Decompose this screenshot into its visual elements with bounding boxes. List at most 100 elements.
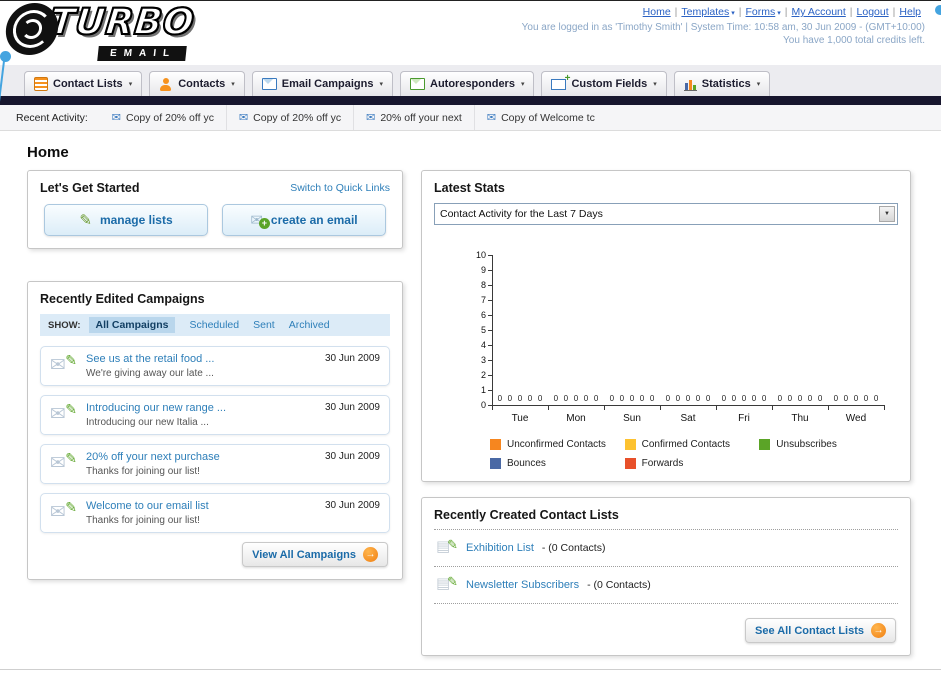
email-icon: ✉ xyxy=(111,112,121,124)
view-all-row: View All Campaigns → xyxy=(40,542,388,567)
manage-lists-button[interactable]: ✎ manage lists xyxy=(44,204,208,236)
campaign-date: 30 Jun 2009 xyxy=(324,500,380,511)
contact-list-row: ▤ ✎ Exhibition List - (0 Contacts) xyxy=(434,530,898,567)
chart-plot-area xyxy=(492,255,885,406)
x-axis-category-label: Wed xyxy=(845,413,867,424)
x-axis-tick xyxy=(884,406,885,410)
x-axis-tick xyxy=(828,406,829,410)
chevron-down-icon: ▼ xyxy=(879,206,895,222)
legend-swatch xyxy=(490,458,501,469)
see-all-contact-lists-button[interactable]: See All Contact Lists → xyxy=(744,618,896,643)
left-column: Let's Get Started Switch to Quick Links … xyxy=(27,170,403,580)
turbo-email-logo: TURBO EMAIL xyxy=(3,1,198,61)
legend-item: Bounces xyxy=(490,458,625,469)
chevron-down-icon: ▾ xyxy=(128,81,133,88)
campaign-row: ✉ ✎ Introducing our new range ... Introduci… xyxy=(40,395,390,435)
recent-activity-item[interactable]: ✉ Copy of 20% off yc xyxy=(100,105,226,130)
tab-contacts[interactable]: Contacts ▾ xyxy=(149,71,245,96)
campaigns-filter-sent[interactable]: Sent xyxy=(253,319,275,331)
campaign-subtitle: We're giving away our late ... xyxy=(86,368,214,379)
stats-period-select[interactable]: Contact Activity for the Last 7 Days ▼ xyxy=(434,203,898,225)
campaign-row: ✉ ✎ 20% off your next purchase Thanks for j… xyxy=(40,444,390,484)
campaigns-filter-archived[interactable]: Archived xyxy=(289,319,330,331)
chevron-down-icon: ▾ xyxy=(756,81,761,88)
bar-value-labels: 00000 xyxy=(665,394,711,403)
email-edit-icon: ✉ ✎ xyxy=(50,499,77,523)
content: Let's Get Started Switch to Quick Links … xyxy=(0,170,941,656)
bar-value-labels: 00000 xyxy=(721,394,767,403)
bar-value-labels: 00000 xyxy=(833,394,879,403)
top-link-home[interactable]: Home xyxy=(643,6,671,18)
show-label: SHOW: xyxy=(48,319,81,331)
y-axis-tick xyxy=(488,270,492,271)
x-axis-category-label: Fri xyxy=(738,413,750,424)
arrow-right-icon: → xyxy=(363,547,378,562)
email-campaigns-icon xyxy=(261,78,277,90)
legend-swatch xyxy=(490,439,501,450)
legend-item: Confirmed Contacts xyxy=(624,439,760,450)
bar-value-labels: 00000 xyxy=(609,394,655,403)
chart-legend: Unconfirmed Contacts Confirmed Contacts Un… xyxy=(490,439,894,469)
email-plus-icon: ✉ + xyxy=(250,211,270,229)
recent-activity-bar: Recent Activity: ✉ Copy of 20% off yc ✉ Cop… xyxy=(0,105,941,131)
tab-email-campaigns[interactable]: Email Campaigns ▾ xyxy=(251,71,393,96)
y-axis-tick-label: 3 xyxy=(480,355,486,365)
contacts-icon xyxy=(159,77,173,91)
recent-activity-label: Recent Activity: xyxy=(16,111,88,124)
x-axis-category-label: Sat xyxy=(680,413,696,424)
chevron-down-icon: ▾ xyxy=(777,10,781,17)
y-axis-tick-label: 4 xyxy=(480,340,486,350)
y-axis-tick-label: 9 xyxy=(480,265,486,275)
campaign-subtitle: Thanks for joining our list! xyxy=(86,515,200,526)
list-edit-icon: ▤ ✎ xyxy=(436,537,458,555)
bar-value-labels: 00000 xyxy=(497,394,543,403)
main-nav: Contact Lists ▾ Contacts ▾ Email Campaigns ▾ A… xyxy=(0,65,941,96)
contact-list-link[interactable]: Newsletter Subscribers xyxy=(466,579,579,591)
logo-subtitle: EMAIL xyxy=(97,46,187,61)
x-axis-tick xyxy=(716,406,717,410)
top-link-templates[interactable]: Templates ▾ xyxy=(681,6,734,18)
campaign-date: 30 Jun 2009 xyxy=(324,353,380,364)
top-link-forms[interactable]: Forms ▾ xyxy=(746,6,781,18)
campaign-title-link[interactable]: See us at the retail food ... xyxy=(86,353,309,365)
y-axis-tick xyxy=(488,345,492,346)
x-axis-category-label: Thu xyxy=(791,413,809,424)
campaign-title-link[interactable]: 20% off your next purchase xyxy=(86,451,309,463)
y-axis-tick-label: 5 xyxy=(480,325,486,335)
top-link-help[interactable]: Help xyxy=(899,6,921,18)
tab-contact-lists[interactable]: Contact Lists ▾ xyxy=(24,71,143,96)
contact-lists-icon xyxy=(34,77,48,91)
campaign-filter-tabs: All Campaigns Scheduled Sent Archived xyxy=(88,317,330,333)
view-all-campaigns-button[interactable]: View All Campaigns → xyxy=(242,542,388,567)
create-email-button[interactable]: ✉ + create an email xyxy=(222,204,386,236)
tab-statistics[interactable]: Statistics ▾ xyxy=(673,71,771,96)
contact-list-count: - (0 Contacts) xyxy=(587,579,651,591)
y-axis-tick-label: 7 xyxy=(480,295,486,305)
legend-swatch xyxy=(624,458,636,469)
y-axis-tick-label: 6 xyxy=(480,310,486,320)
campaigns-filter-scheduled[interactable]: Scheduled xyxy=(189,319,239,331)
nav-underline xyxy=(0,96,941,105)
email-icon: ✉ xyxy=(486,112,497,124)
email-edit-icon: ✉ ✎ xyxy=(50,352,77,376)
campaigns-filter-all-campaigns[interactable]: All Campaigns xyxy=(88,317,176,333)
tab-autoresponders[interactable]: Autoresponders ▾ xyxy=(400,71,535,96)
contact-list-link[interactable]: Exhibition List xyxy=(466,542,534,554)
legend-swatch xyxy=(624,439,636,450)
tab-custom-fields[interactable]: Custom Fields▾ xyxy=(541,71,667,96)
autoresponders-icon xyxy=(410,78,425,90)
top-link-logout[interactable]: Logout xyxy=(857,6,889,18)
campaign-subtitle: Thanks for joining our list! xyxy=(86,466,200,477)
page-title: Home xyxy=(27,144,69,161)
switch-quick-links-link[interactable]: Switch to Quick Links xyxy=(290,182,390,194)
contact-list-row: ▤ ✎ Newsletter Subscribers - (0 Contacts) xyxy=(434,567,898,604)
campaign-title-link[interactable]: Welcome to our email list xyxy=(86,500,309,512)
top-link-my-account[interactable]: My Account xyxy=(792,6,846,18)
recent-activity-item[interactable]: ✉ Copy of 20% off yc xyxy=(225,105,353,130)
top-nav: Home | Templates ▾ | Forms ▾ | My Account | Logout… xyxy=(642,6,921,18)
recent-activity-item[interactable]: ✉ Copy of Welcome tc xyxy=(473,105,607,130)
recent-activity-item[interactable]: ✉ 20% off your next xyxy=(353,105,474,130)
contact-list-count: - (0 Contacts) xyxy=(541,542,606,554)
login-info: You are logged in as 'Timothy Smith' | S… xyxy=(521,22,925,33)
campaign-title-link[interactable]: Introducing our new range ... xyxy=(86,402,309,414)
